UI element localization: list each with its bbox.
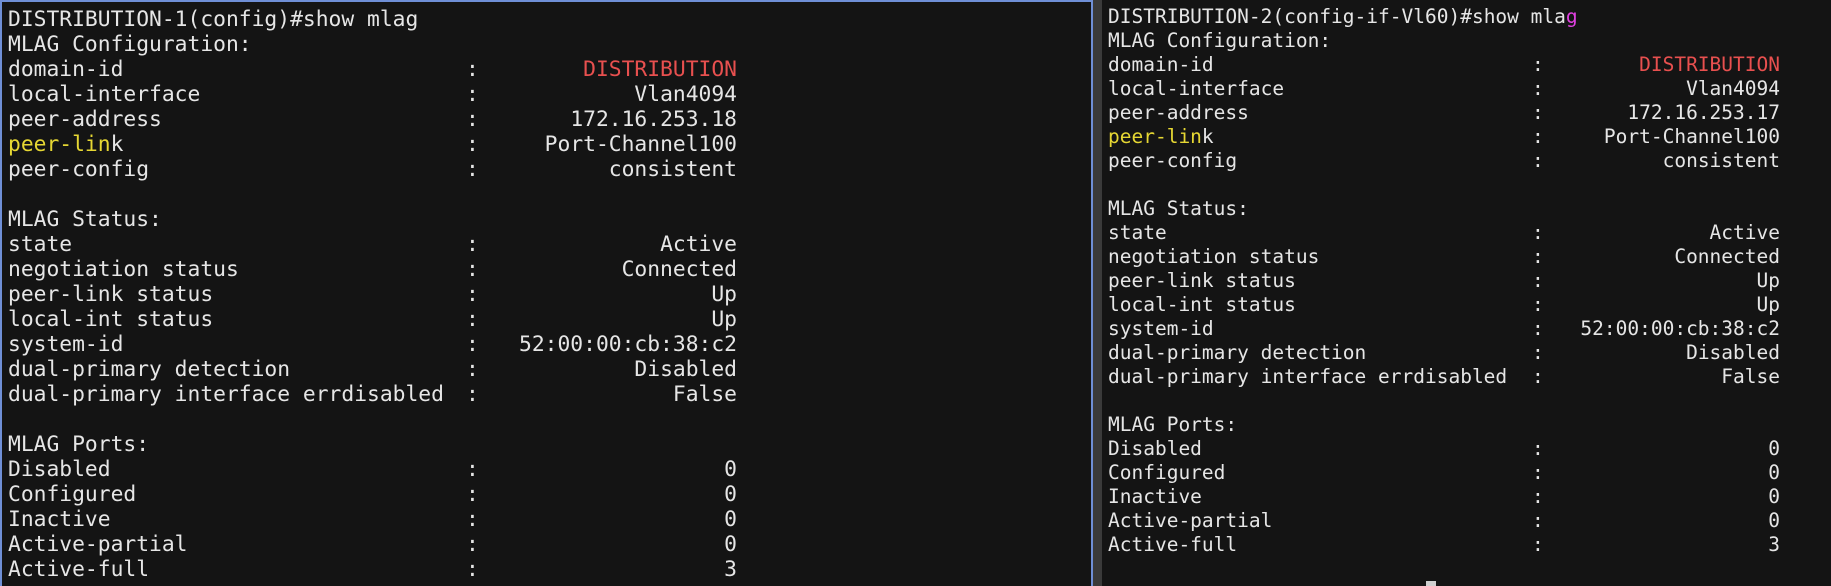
row-value: consistent [608,157,737,182]
status-row: Active-full:3 [1108,533,1780,557]
partial-next-line [1108,572,1436,586]
status-row: local-int status: Up [8,307,737,332]
status-row: system-id:52:00:00:cb:38:c2 [8,332,737,357]
row-value: Up [711,307,737,332]
prompt-line: DISTRIBUTION-1(config)#show mlag [8,7,418,32]
row-value: 0 [1768,461,1780,484]
row-value: 172.16.253.17 [1627,101,1780,124]
row-value: 0 [1768,485,1780,508]
status-row: peer-address:172.16.253.17 [1108,101,1780,125]
row-value: Port-Channel100 [1603,125,1780,148]
row-value: 0 [724,457,737,482]
section-heading: MLAG Status: [8,207,162,232]
status-row: Active-partial:0 [1108,509,1780,533]
status-row: local-interface: Vlan4094 [8,82,737,107]
row-value: 0 [724,507,737,532]
row-value: Active [1709,221,1780,244]
row-value: Port-Channel100 [544,132,737,157]
status-row: Configured:0 [1108,461,1780,485]
prompt: DISTRIBUTION-1(config)# [8,7,303,32]
row-value: consistent [1662,149,1780,172]
status-row: peer-config: consistent [8,157,737,182]
status-row: peer-config: consistent [1108,149,1780,173]
status-row: domain-id: DISTRIBUTION [1108,53,1780,77]
status-row: peer-link: Port-Channel100 [8,132,737,157]
section-heading: MLAG Configuration: [1108,29,1332,52]
status-row: local-int status: Up [1108,293,1780,317]
row-value: Disabled [634,357,737,382]
prompt: DISTRIBUTION-2(config-if-Vl60)# [1108,5,1472,28]
section-heading: MLAG Ports: [1108,413,1238,436]
status-row: peer-address:172.16.253.18 [8,107,737,132]
row-value: Connected [1674,245,1780,268]
status-row: dual-primary detection: Disabled [1108,341,1780,365]
terminal-cursor [1426,581,1436,586]
row-value: Up [711,282,737,307]
row-value: 172.16.253.18 [570,107,737,132]
status-row: Configured:0 [8,482,737,507]
row-value: DISTRIBUTION [583,57,737,82]
status-row: peer-link status: Up [1108,269,1780,293]
row-value: 0 [724,532,737,557]
status-row: dual-primary interface errdisabled: False [8,382,737,407]
row-value: Vlan4094 [634,82,737,107]
status-row: Active-partial:0 [8,532,737,557]
status-row: negotiation status: Connected [8,257,737,282]
status-row: dual-primary interface errdisabled: False [1108,365,1780,389]
pane-divider[interactable] [1093,0,1102,586]
status-row: Inactive:0 [8,507,737,532]
row-value: 0 [1768,509,1780,532]
status-row: system-id:52:00:00:cb:38:c2 [1108,317,1780,341]
section-heading: MLAG Status: [1108,197,1249,220]
row-value: False [1721,365,1780,388]
row-value: False [672,382,737,407]
row-value: Active [660,232,737,257]
row-value: 3 [724,557,737,582]
row-value: 0 [724,482,737,507]
row-value: Up [1756,293,1780,316]
status-row: local-interface: Vlan4094 [1108,77,1780,101]
status-row: domain-id: DISTRIBUTION [8,57,737,82]
status-row: Inactive:0 [1108,485,1780,509]
command-typed-char: g [1565,5,1578,28]
status-row: Disabled:0 [8,457,737,482]
section-heading: MLAG Ports: [8,432,150,457]
terminal-pane-distribution-2[interactable]: DISTRIBUTION-2(config-if-Vl60)#show mlag… [1102,0,1831,586]
status-row: peer-link: Port-Channel100 [1108,125,1780,149]
row-value: 52:00:00:cb:38:c2 [519,332,737,357]
status-row: Active-full:3 [8,557,737,582]
terminal-output[interactable]: DISTRIBUTION-2(config-if-Vl60)#show mlag… [1108,5,1780,557]
row-value: Vlan4094 [1686,77,1780,100]
row-value: Connected [621,257,737,282]
section-heading: MLAG Configuration: [8,32,252,57]
prompt-line: DISTRIBUTION-2(config-if-Vl60)#show mlag [1108,5,1578,29]
row-value: Disabled [1686,341,1780,364]
status-row: dual-primary detection: Disabled [8,357,737,382]
row-value: 3 [1768,533,1780,556]
row-value: Up [1756,269,1780,292]
row-value: 0 [1768,437,1780,460]
command-text: show mla [1471,5,1566,28]
terminal-output[interactable]: DISTRIBUTION-1(config)#show mlag MLAG Con… [8,7,737,582]
status-row: negotiation status: Connected [1108,245,1780,269]
status-row: state: Active [8,232,737,257]
status-row: state: Active [1108,221,1780,245]
status-row: peer-link status: Up [8,282,737,307]
row-value: DISTRIBUTION [1639,53,1780,76]
row-value: 52:00:00:cb:38:c2 [1580,317,1780,340]
command-text: show mlag [302,7,419,32]
status-row: Disabled:0 [1108,437,1780,461]
terminal-pane-distribution-1[interactable]: DISTRIBUTION-1(config)#show mlag MLAG Con… [0,0,1093,586]
